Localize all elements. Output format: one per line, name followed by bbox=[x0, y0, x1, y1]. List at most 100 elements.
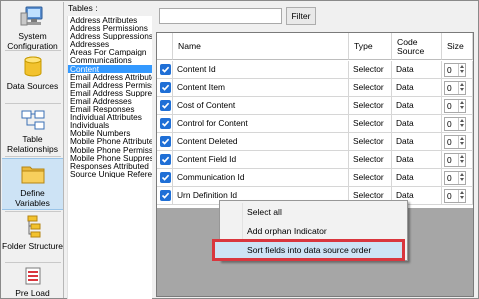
stepper-arrows-icon[interactable] bbox=[458, 64, 465, 76]
row-checkbox[interactable] bbox=[160, 172, 171, 183]
nav-item-folder-structure[interactable]: Folder Structure bbox=[2, 213, 63, 261]
table-row[interactable]: Content Id Selector Data 0 bbox=[157, 61, 473, 79]
table-row[interactable]: Control for Content Selector Data 0 bbox=[157, 115, 473, 133]
cell-code-source: Data bbox=[392, 151, 442, 169]
table-row[interactable]: Content Item Selector Data 0 bbox=[157, 79, 473, 97]
table-list-item[interactable]: Address Attributes bbox=[68, 16, 152, 24]
row-checkbox[interactable] bbox=[160, 136, 171, 147]
table-list-item-selected[interactable]: Content bbox=[68, 64, 152, 73]
menu-item-add-orphan-indicator[interactable]: Add orphan Indicator bbox=[247, 226, 327, 236]
row-checkbox[interactable] bbox=[160, 100, 171, 111]
stepper-arrows-icon[interactable] bbox=[458, 190, 465, 202]
table-list-item[interactable]: Individuals bbox=[68, 121, 152, 129]
size-stepper[interactable]: 0 bbox=[444, 171, 466, 185]
checkmark-icon bbox=[161, 138, 170, 145]
table-list-item[interactable]: Email Responses bbox=[68, 105, 152, 113]
nav-item-system-configuration[interactable]: System Configuration bbox=[2, 4, 63, 51]
cell-type: Selector bbox=[349, 79, 392, 97]
table-list-item[interactable]: Responses Attributed bbox=[68, 162, 152, 170]
size-stepper[interactable]: 0 bbox=[444, 153, 466, 167]
table-list-item[interactable]: Source Unique References bbox=[68, 170, 152, 178]
row-checkbox[interactable] bbox=[160, 190, 171, 201]
cell-size: 0 bbox=[442, 169, 473, 187]
table-list-item[interactable]: Communications bbox=[68, 56, 152, 64]
cell-size: 0 bbox=[442, 187, 473, 205]
column-header-type[interactable]: Type bbox=[349, 33, 392, 60]
size-stepper[interactable]: 0 bbox=[444, 189, 466, 203]
size-value: 0 bbox=[447, 101, 452, 111]
size-stepper[interactable]: 0 bbox=[444, 81, 466, 95]
folder-structure-icon bbox=[19, 215, 47, 239]
table-row[interactable]: Content Deleted Selector Data 0 bbox=[157, 133, 473, 151]
cell-code-source: Data bbox=[392, 115, 442, 133]
nav-item-data-sources[interactable]: Data Sources bbox=[2, 52, 63, 102]
filter-input[interactable] bbox=[159, 8, 282, 24]
filter-button[interactable]: Filter bbox=[286, 7, 316, 25]
table-row[interactable]: Cost of Content Selector Data 0 bbox=[157, 97, 473, 115]
preload-icon bbox=[19, 266, 47, 286]
database-icon bbox=[19, 55, 47, 79]
checkmark-icon bbox=[161, 120, 170, 127]
table-list-item[interactable]: Email Address Attributes bbox=[68, 73, 152, 81]
menu-item-select-all[interactable]: Select all bbox=[247, 207, 282, 217]
nav-label: System Configuration bbox=[7, 31, 58, 51]
size-stepper[interactable]: 0 bbox=[444, 117, 466, 131]
size-value: 0 bbox=[447, 137, 452, 147]
table-row[interactable]: Content Field Id Selector Data 0 bbox=[157, 151, 473, 169]
column-header-name[interactable]: Name bbox=[173, 33, 349, 60]
row-checkbox[interactable] bbox=[160, 64, 171, 75]
highlight-box bbox=[212, 239, 405, 261]
table-list-item[interactable]: Address Permissions bbox=[68, 24, 152, 32]
nav-divider bbox=[5, 262, 61, 263]
size-stepper[interactable]: 0 bbox=[444, 99, 466, 113]
stepper-arrows-icon[interactable] bbox=[458, 136, 465, 148]
table-list-item[interactable]: Mobile Phone Attributes bbox=[68, 137, 152, 145]
table-list-item[interactable]: Email Address Permissions bbox=[68, 81, 152, 89]
row-checkbox-cell bbox=[157, 115, 173, 133]
nav-label: Table Relationships bbox=[6, 134, 59, 154]
stepper-arrows-icon[interactable] bbox=[458, 118, 465, 130]
nav-divider bbox=[5, 156, 61, 157]
table-list-item[interactable]: Addresses bbox=[68, 40, 152, 48]
stepper-arrows-icon[interactable] bbox=[458, 100, 465, 112]
row-checkbox[interactable] bbox=[160, 82, 171, 93]
stepper-arrows-icon[interactable] bbox=[458, 154, 465, 166]
size-stepper[interactable]: 0 bbox=[444, 135, 466, 149]
cell-code-source: Data bbox=[392, 169, 442, 187]
cell-type: Selector bbox=[349, 133, 392, 151]
row-checkbox-cell bbox=[157, 97, 173, 115]
table-row[interactable]: Communication Id Selector Data 0 bbox=[157, 169, 473, 187]
table-list-item[interactable]: Email Addresses bbox=[68, 97, 152, 105]
cell-code-source: Data bbox=[392, 97, 442, 115]
grid-body: Name Type Code Source Size Content Id Sel… bbox=[157, 33, 473, 208]
column-header-code-source[interactable]: Code Source bbox=[392, 33, 442, 60]
table-list-item[interactable]: Mobile Phone Permissions bbox=[68, 146, 152, 154]
nav-item-table-relationships[interactable]: Table Relationships bbox=[2, 105, 63, 155]
cell-name: Communication Id bbox=[173, 169, 349, 187]
nav-label: Pre Load bbox=[15, 288, 50, 298]
computer-icon bbox=[19, 5, 47, 29]
nav-item-pre-load[interactable]: Pre Load bbox=[2, 264, 63, 298]
tables-list[interactable]: Address Attributes Address Permissions A… bbox=[67, 16, 152, 299]
cell-size: 0 bbox=[442, 151, 473, 169]
nav-item-define-variables[interactable]: Define Variables bbox=[2, 158, 63, 210]
table-list-item[interactable]: Address Suppressions bbox=[68, 32, 152, 40]
size-stepper[interactable]: 0 bbox=[444, 63, 466, 77]
column-header-size[interactable]: Size bbox=[442, 33, 473, 60]
table-list-item[interactable]: Email Address Suppressions bbox=[68, 89, 152, 97]
row-checkbox-cell bbox=[157, 187, 173, 205]
table-list-item[interactable]: Areas For Campaign bbox=[68, 48, 152, 56]
folder-icon bbox=[19, 162, 47, 186]
size-value: 0 bbox=[447, 65, 452, 75]
cell-size: 0 bbox=[442, 61, 473, 79]
stepper-arrows-icon[interactable] bbox=[458, 172, 465, 184]
stepper-arrows-icon[interactable] bbox=[458, 82, 465, 94]
cell-size: 0 bbox=[442, 133, 473, 151]
cell-type: Selector bbox=[349, 169, 392, 187]
row-checkbox[interactable] bbox=[160, 154, 171, 165]
row-checkbox[interactable] bbox=[160, 118, 171, 129]
table-list-item[interactable]: Mobile Numbers bbox=[68, 129, 152, 137]
table-list-item[interactable]: Mobile Phone Suppressions bbox=[68, 154, 152, 162]
checkmark-icon bbox=[161, 174, 170, 181]
table-list-item[interactable]: Individual Attributes bbox=[68, 113, 152, 121]
